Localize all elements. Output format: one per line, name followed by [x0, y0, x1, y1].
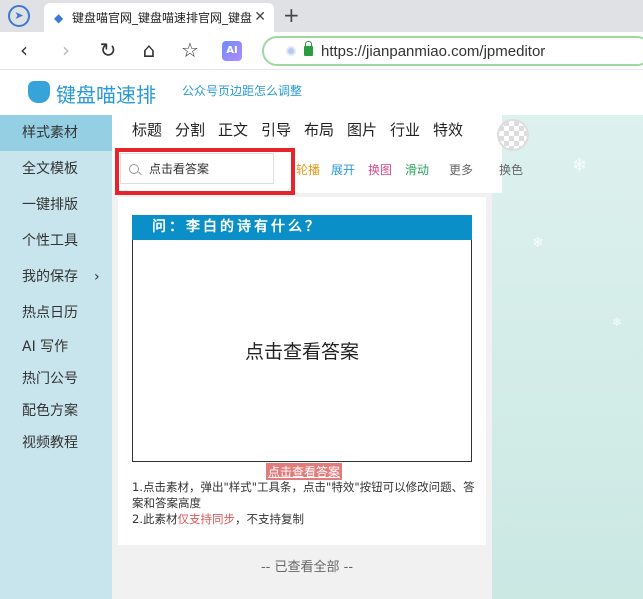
sidebar-item-full-templates[interactable]: 全文模板 — [0, 151, 112, 187]
snowflake-icon: ❄ — [532, 235, 544, 251]
forward-icon[interactable]: › — [54, 38, 78, 62]
cat-logo-icon[interactable] — [28, 81, 50, 103]
tab-body-category[interactable]: 正文 — [218, 119, 248, 140]
home-icon[interactable]: ⌂ — [137, 38, 161, 62]
tab-layout-category[interactable]: 布局 — [304, 119, 334, 140]
back-icon[interactable]: ‹ — [12, 38, 36, 62]
browser-tab-bar: ➤ ◆ 键盘喵官网_键盘喵速排官网_键盘 ✕ + — [0, 0, 643, 32]
tab-image-category[interactable]: 图片 — [347, 119, 377, 140]
bookmark-star-icon[interactable]: ☆ — [178, 38, 202, 62]
note-line-1: 1.点击素材，弹出"样式"工具条，点击"特效"按钮可以修改问题、答案和答案高度 — [132, 480, 475, 510]
tab-title: 键盘喵官网_键盘喵速排官网_键盘 — [72, 11, 253, 25]
effect-carousel-link[interactable]: 轮播 — [296, 161, 320, 178]
site-info-icon[interactable] — [286, 46, 296, 56]
browser-toolbar: ‹ › ↻ ⌂ ☆ AI https://jianpanmiao.com/jpm… — [0, 32, 643, 70]
lock-icon — [304, 41, 313, 56]
reload-icon[interactable]: ↻ — [96, 38, 120, 62]
sidebar-item-hot-calendar[interactable]: 热点日历 — [0, 295, 112, 331]
effect-expand-link[interactable]: 展开 — [331, 161, 355, 178]
red-highlight-box — [115, 148, 295, 195]
note-text: ，不支持复制 — [234, 512, 304, 526]
answer-prompt-text: 点击查看答案 — [244, 341, 359, 363]
material-notes: 1.点击素材，弹出"样式"工具条，点击"特效"按钮可以修改问题、答案和答案高度 … — [132, 479, 482, 527]
url-text[interactable]: https://jianpanmiao.com/jpmeditor — [321, 43, 545, 60]
sidebar-item-ai-writing[interactable]: AI 写作 — [0, 331, 112, 363]
decorative-background: ❄ ❄ ❄ — [492, 115, 643, 599]
site-header: 键盘喵速排 公众号页边距怎么调整 — [0, 71, 643, 115]
sidebar-item-video-tutorials[interactable]: 视频教程 — [0, 427, 112, 459]
change-color-label[interactable]: 换色 — [499, 161, 523, 178]
sidebar-item-label: 全文模板 — [22, 161, 78, 177]
tab-effects-category[interactable]: 特效 — [433, 119, 463, 140]
reveal-answer-link[interactable]: 点击查看答案 — [266, 463, 343, 480]
tab-divider-category[interactable]: 分割 — [175, 119, 205, 140]
sidebar-item-label: 个性工具 — [22, 233, 78, 249]
answer-box[interactable]: 点击查看答案 — [132, 240, 472, 462]
sidebar-item-label: 样式素材 — [22, 125, 78, 141]
sidebar-item-hot-accounts[interactable]: 热门公号 — [0, 363, 112, 395]
sidebar-item-color-schemes[interactable]: 配色方案 — [0, 395, 112, 427]
sidebar-item-label: 一键排版 — [22, 197, 78, 213]
sidebar-item-label: 热点日历 — [22, 305, 78, 321]
effect-slide-link[interactable]: 滑动 — [405, 161, 429, 178]
sidebar-item-custom-tools[interactable]: 个性工具 — [0, 223, 112, 259]
sidebar-item-one-click-layout[interactable]: 一键排版 — [0, 187, 112, 223]
tab-industry-category[interactable]: 行业 — [390, 119, 420, 140]
sidebar-item-label: 我的保存 — [22, 269, 78, 285]
sidebar-item-style-materials[interactable]: 样式素材 — [0, 115, 112, 151]
tab-guide-category[interactable]: 引导 — [261, 119, 291, 140]
browser-tab[interactable]: ◆ 键盘喵官网_键盘喵速排官网_键盘 ✕ — [44, 3, 274, 32]
sidebar-item-my-saved[interactable]: 我的保存 › — [0, 259, 112, 295]
new-tab-button[interactable]: + — [283, 3, 300, 27]
end-of-list-message: -- 已查看全部 -- — [260, 560, 354, 575]
ai-extension-icon[interactable]: AI — [222, 41, 242, 61]
snowflake-icon: ❄ — [612, 315, 623, 329]
sidebar-item-label: 配色方案 — [22, 403, 78, 419]
sidebar-item-label: 视频教程 — [22, 435, 78, 451]
chevron-right-icon: › — [94, 269, 100, 285]
tab-close-icon[interactable]: ✕ — [254, 9, 266, 25]
effect-more-link[interactable]: 更多 — [449, 161, 473, 178]
snowflake-icon: ❄ — [572, 155, 588, 176]
header-tip-link[interactable]: 公众号页边距怎么调整 — [182, 82, 302, 99]
site-favicon-icon: ◆ — [54, 10, 64, 25]
note-text: 2.此素材 — [132, 512, 178, 526]
sidebar-item-label: AI 写作 — [22, 339, 69, 355]
question-header[interactable]: 问：李白的诗有什么？ — [132, 215, 472, 240]
note-line-2: 2.此素材仅支持同步，不支持复制 — [132, 511, 482, 527]
sync-only-text: 仅支持同步 — [177, 512, 235, 526]
browser-logo-icon[interactable]: ➤ — [8, 5, 30, 27]
color-swatch-icon[interactable] — [497, 119, 529, 151]
left-sidebar: 样式素材 全文模板 一键排版 个性工具 我的保存 › 热点日历 AI 写作 热门公… — [0, 115, 112, 599]
site-logo-text[interactable]: 键盘喵速排 — [56, 79, 156, 108]
sidebar-item-label: 热门公号 — [22, 371, 78, 387]
effect-swap-image-link[interactable]: 换图 — [368, 161, 392, 178]
tab-title-category[interactable]: 标题 — [132, 119, 162, 140]
address-bar[interactable]: https://jianpanmiao.com/jpmeditor — [262, 36, 643, 66]
